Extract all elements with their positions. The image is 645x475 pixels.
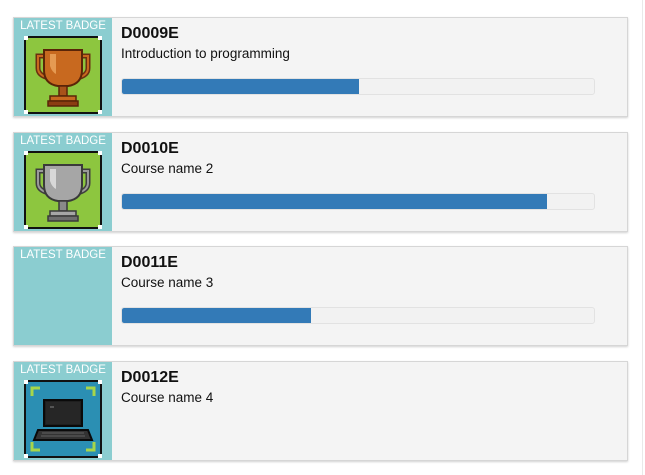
page-divider — [642, 0, 643, 475]
badge-panel: LATEST BADGE — [14, 362, 112, 460]
badge-label: LATEST BADGE — [20, 20, 106, 32]
course-card[interactable]: LATEST BADGE D0010E Course name 2 — [13, 132, 628, 232]
course-code: D0009E — [121, 25, 179, 42]
course-card[interactable]: LATEST BADGE D0009E Introduction to prog… — [13, 17, 628, 117]
course-code: D0010E — [121, 140, 179, 157]
progress-bar — [121, 307, 595, 324]
badge-panel: LATEST BADGE — [14, 18, 112, 116]
progress-bar — [121, 193, 595, 210]
course-code: D0012E — [121, 369, 179, 386]
course-name[interactable]: Course name 2 — [121, 161, 213, 176]
gold-trophy-icon[interactable] — [24, 36, 102, 114]
badge-label: LATEST BADGE — [20, 135, 106, 147]
progress-bar — [121, 78, 595, 95]
course-code: D0011E — [121, 254, 178, 271]
progress-fill — [122, 308, 311, 323]
badge-label: LATEST BADGE — [20, 249, 106, 261]
badge-label: LATEST BADGE — [20, 364, 106, 376]
course-card[interactable]: LATEST BADGE D0011E Course name 3 — [13, 246, 628, 346]
course-name[interactable]: Introduction to programming — [121, 46, 290, 61]
course-name[interactable]: Course name 4 — [121, 390, 213, 405]
badge-panel: LATEST BADGE — [14, 247, 112, 345]
progress-fill — [122, 79, 359, 94]
course-name[interactable]: Course name 3 — [121, 275, 213, 290]
course-card[interactable]: LATEST BADGE D0012E Course name 4 — [13, 361, 628, 461]
badge-panel: LATEST BADGE — [14, 133, 112, 231]
progress-fill — [122, 194, 547, 209]
silver-trophy-icon[interactable] — [24, 151, 102, 229]
laptop-icon[interactable] — [24, 380, 102, 458]
